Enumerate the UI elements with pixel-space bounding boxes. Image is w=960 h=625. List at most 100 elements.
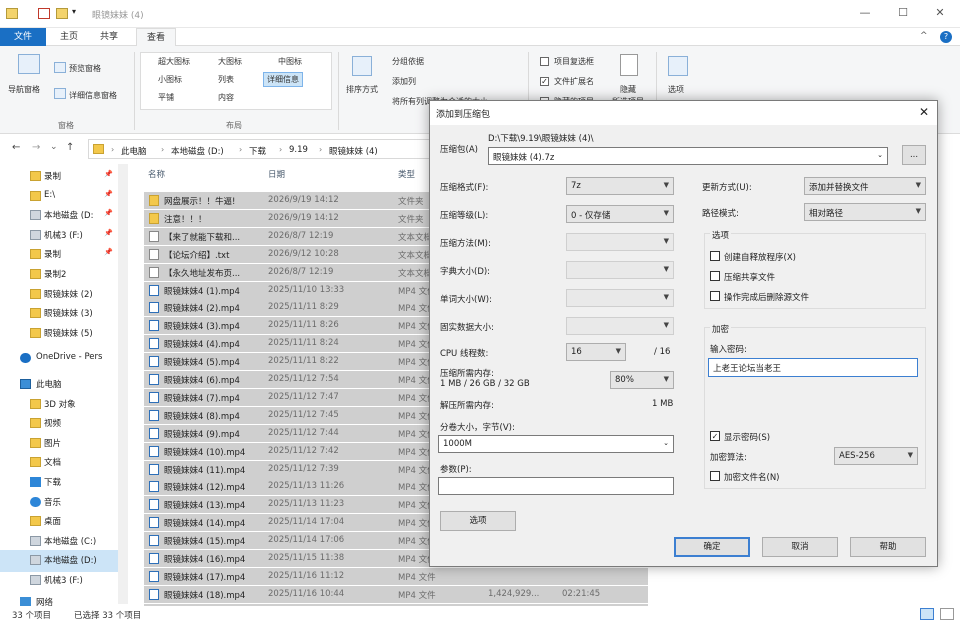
file-extensions-checkbox[interactable]: ✓ [540,77,549,86]
dict-label: 字典大小(D): [440,267,491,277]
details-view-icon[interactable] [920,608,934,620]
nav-item[interactable]: 机械3 (F:) [0,570,118,592]
video-file-icon [149,570,159,582]
options-button[interactable]: 选项 [668,84,684,95]
back-button[interactable]: ← [12,142,20,153]
layout-xl-icons[interactable]: 超大图标 [158,56,190,67]
tab-share[interactable]: 共享 [92,28,126,46]
file-date: 2025/11/16 11:12 [268,570,345,581]
preview-pane-button[interactable]: 预览窗格 [69,63,101,74]
volume-input[interactable]: 1000M ⌄ [438,435,674,453]
update-select[interactable]: 添加并替换文件 ▼ [804,177,926,195]
layout-content[interactable]: 内容 [218,92,234,103]
file-row[interactable]: 眼镜妹妹4 (17).mp4 2025/11/16 11:12 MP4 文件 [144,567,648,585]
file-name: 眼镜妹妹4 (12).mp4 [164,483,246,494]
archive-name-input[interactable]: 眼镜妹妹 (4).7z ⌄ [488,147,888,165]
nav-item-label: 本地磁盘 (C:) [44,536,97,547]
solid-select[interactable]: ▼ [566,317,674,335]
pin-icon: 📌 [104,228,113,237]
layout-details[interactable]: 详细信息 [263,72,303,87]
item-checkboxes-checkbox[interactable] [540,57,549,66]
layout-list[interactable]: 列表 [218,74,234,85]
layout-medium-icons[interactable]: 中图标 [278,56,302,67]
maximize-button[interactable]: ☐ [895,5,911,21]
level-select[interactable]: 0 - 仅存储 ▼ [566,205,674,223]
shared-checkbox[interactable] [710,271,720,281]
ok-button[interactable]: 确定 [674,537,750,557]
path-select[interactable]: 相对路径 ▼ [804,203,926,221]
address-field[interactable]: › 此电脑 › 本地磁盘 (D:) › 下载 › 9.19 › 眼镜妹妹 (4) [88,139,430,159]
browse-button[interactable]: ... [902,145,926,165]
details-pane-button[interactable]: 详细信息窗格 [69,90,117,101]
nav-item[interactable]: 眼镜妹妹 (5) [0,323,118,345]
new-folder-icon[interactable] [56,8,68,19]
divider [134,52,135,130]
video-file-icon [149,284,159,296]
layout-large-icons[interactable]: 大图标 [218,56,242,67]
crumb-current-folder[interactable]: 眼镜妹妹 (4) [329,145,378,157]
file-name: 眼镜妹妹4 (7).mp4 [164,393,240,404]
cpu-select[interactable]: 16 ▼ [566,343,626,361]
cancel-button[interactable]: 取消 [762,537,838,557]
tab-file[interactable]: 文件 [0,28,46,46]
minimize-button[interactable]: — [857,5,873,21]
params-input[interactable] [438,477,674,495]
cpu-total: / 16 [654,347,671,357]
word-select[interactable]: ▼ [566,289,674,307]
crumb-downloads[interactable]: 下载 [249,145,266,157]
help-button[interactable]: 帮助 [850,537,926,557]
crumb-drive-d[interactable]: 本地磁盘 (D:) [171,145,224,157]
column-header-type[interactable]: 类型 [398,168,415,180]
crumb-9-19[interactable]: 9.19 [289,145,308,155]
nav-item[interactable]: OneDrive - Pers [0,348,118,370]
sfx-checkbox[interactable] [710,251,720,261]
preview-pane-icon [54,62,66,73]
add-column-button[interactable]: 添加列 [392,76,416,87]
enc-method-select[interactable]: AES-256 ▼ [834,447,918,465]
nav-scrollbar[interactable] [118,164,128,604]
crumb-this-pc[interactable]: 此电脑 [121,145,147,157]
delete-after-checkbox[interactable] [710,291,720,301]
method-select[interactable]: ▼ [566,233,674,251]
layout-tiles[interactable]: 平铺 [158,92,174,103]
close-button[interactable]: ✕ [932,5,948,21]
large-icons-view-icon[interactable] [940,608,954,620]
recent-locations-button[interactable]: ⌄ [50,142,58,152]
encrypt-names-checkbox[interactable] [710,471,720,481]
video-file-icon [149,391,159,403]
nav-item-label: 桌面 [44,517,62,528]
password-input[interactable]: 上老王论坛当老王 [708,358,918,377]
video-file-icon [149,481,159,493]
nav-pane-button[interactable]: 导航窗格 [8,84,40,95]
options-group-title: 选项 [710,229,732,241]
nav-item-label: 眼镜妹妹 (3) [44,309,93,320]
options-button[interactable]: 选项 [440,511,516,531]
chevron-down-icon[interactable]: ▾ [72,7,76,16]
dict-select[interactable]: ▼ [566,261,674,279]
format-select[interactable]: 7z ▼ [566,177,674,195]
help-icon[interactable]: ? [940,31,952,43]
dialog-close-button[interactable]: ✕ [919,105,929,119]
sort-by-button[interactable]: 排序方式 [346,84,378,95]
ribbon-expand-button[interactable]: ^ [920,31,928,41]
chevron-right-icon: › [319,145,323,154]
column-header-date[interactable]: 日期 [268,168,285,180]
chevron-down-icon[interactable]: ⌄ [663,439,669,447]
nav-pane-icon[interactable] [18,54,40,74]
chevron-down-icon[interactable]: ⌄ [877,151,883,159]
file-row[interactable]: 眼镜妹妹4 (18).mp4 2025/11/16 10:44 MP4 文件 1,42… [144,585,648,603]
folder-icon [30,516,41,527]
forward-button[interactable]: → [32,142,40,153]
column-header-name[interactable]: 名称 [148,168,165,180]
up-button[interactable]: ↑ [66,142,74,153]
tab-home[interactable]: 主页 [52,28,86,46]
layout-small-icons[interactable]: 小图标 [158,74,182,85]
cpu-value: 16 [571,347,582,357]
properties-icon[interactable] [38,8,50,19]
group-by-button[interactable]: 分组依据 [392,56,424,67]
tab-view[interactable]: 查看 [136,28,176,46]
hide-selected-button[interactable]: 隐藏 [620,84,636,95]
mem-select[interactable]: 80% ▼ [610,371,674,389]
archive-name-value: 眼镜妹妹 (4).7z [493,153,555,163]
show-password-checkbox[interactable]: ✓ [710,431,720,441]
